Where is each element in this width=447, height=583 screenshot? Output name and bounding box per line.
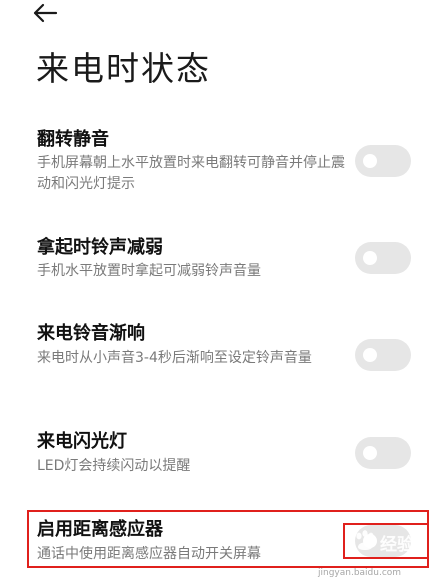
- watermark-url: jingyan.baidu.com: [318, 568, 402, 578]
- toggle-knob: [363, 534, 377, 548]
- setting-title: 启用距离感应器: [37, 519, 163, 540]
- setting-description: 手机屏幕朝上水平放置时来电翻转可静音并停止震动和闪光灯提示: [37, 155, 345, 192]
- pickup-reduce-volume-toggle[interactable]: [355, 242, 411, 274]
- setting-title: 来电铃音渐响: [37, 323, 145, 344]
- toggle-knob: [363, 446, 377, 460]
- setting-description: LED灯会持续闪动以提醒: [37, 458, 191, 474]
- setting-title: 来电闪光灯: [37, 431, 127, 452]
- setting-description: 手机水平放置时拿起可减弱铃声音量: [37, 263, 261, 279]
- setting-description: 通话中使用距离感应器自动开关屏幕: [37, 546, 261, 562]
- proximity-sensor-toggle[interactable]: [355, 525, 411, 557]
- settings-page: 来电时状态 翻转静音 手机屏幕朝上水平放置时来电翻转可静音并停止震动和闪光灯提示…: [0, 0, 447, 583]
- setting-description: 来电时从小声音3-4秒后渐响至设定铃声音量: [37, 350, 312, 366]
- toggle-knob: [363, 251, 377, 265]
- flash-alert-toggle[interactable]: [355, 437, 411, 469]
- flip-to-mute-toggle[interactable]: [355, 145, 411, 177]
- toggle-knob: [363, 348, 377, 362]
- setting-title: 拿起时铃声减弱: [37, 237, 163, 258]
- setting-title: 翻转静音: [37, 129, 109, 150]
- toggle-knob: [363, 154, 377, 168]
- page-title: 来电时状态: [36, 49, 211, 88]
- ringtone-fade-in-toggle[interactable]: [355, 339, 411, 371]
- back-button[interactable]: [32, 0, 72, 26]
- arrow-left-icon: [33, 3, 58, 23]
